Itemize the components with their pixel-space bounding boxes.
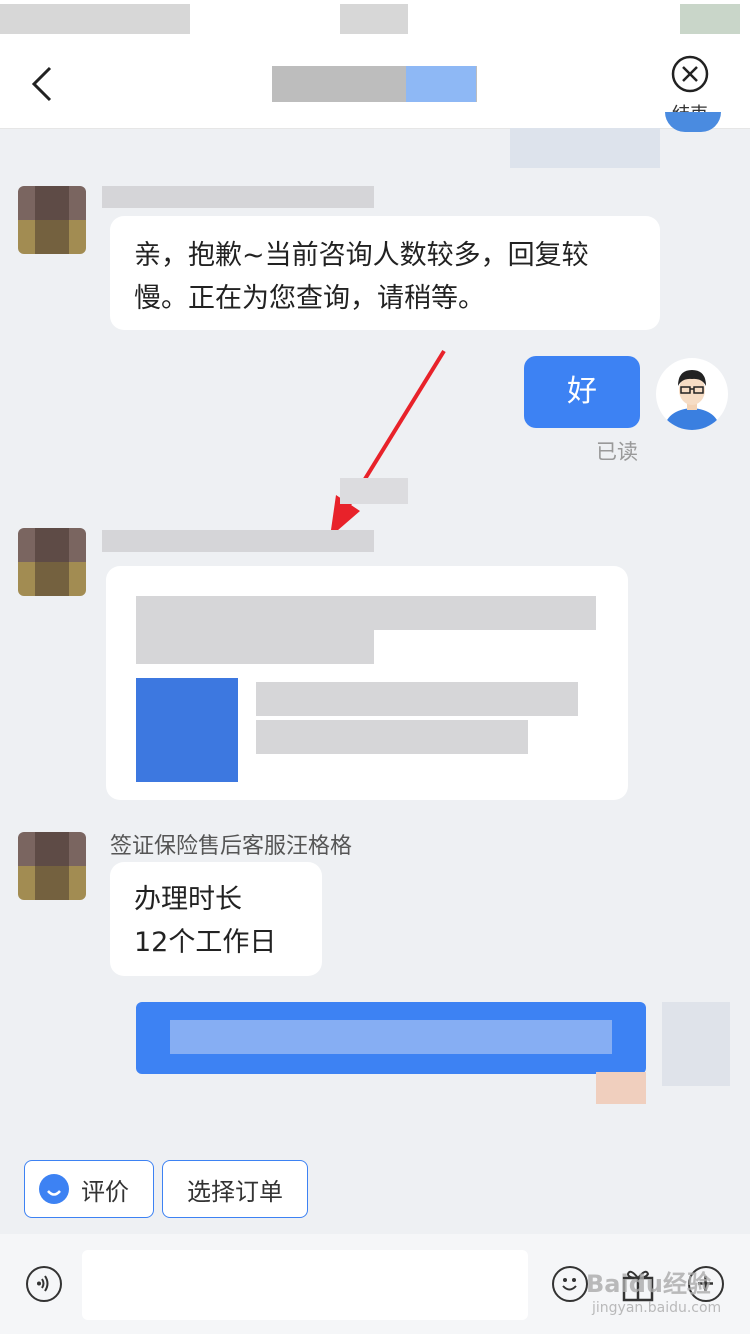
agent-message-bubble: 亲，抱歉~当前咨询人数较多，回复较慢。正在为您查询，请稍等。 bbox=[110, 216, 660, 330]
status-bar-blur-right bbox=[680, 4, 740, 34]
emoji-button[interactable] bbox=[552, 1266, 588, 1302]
chat-title-blurred-accent bbox=[406, 66, 476, 102]
agent-name-blurred bbox=[102, 530, 374, 552]
voice-button[interactable] bbox=[26, 1266, 62, 1302]
message-partial-blurred bbox=[510, 128, 660, 168]
status-bar-blur-left bbox=[0, 4, 190, 34]
agent-avatar[interactable] bbox=[18, 186, 86, 254]
message-text-blurred bbox=[170, 1020, 612, 1054]
user-avatar-icon bbox=[664, 370, 720, 430]
agent-name: 签证保险售后客服汪格格 bbox=[110, 834, 353, 859]
status-bar bbox=[0, 0, 750, 40]
select-order-button[interactable]: 选择订单 bbox=[162, 1160, 308, 1218]
read-status-blurred bbox=[596, 1072, 646, 1104]
baidu-watermark-logo: Baidu经验 bbox=[586, 1270, 711, 1298]
user-avatar[interactable] bbox=[656, 358, 728, 430]
back-button[interactable] bbox=[22, 62, 66, 106]
agent-avatar[interactable] bbox=[18, 528, 86, 596]
read-status: 已读 bbox=[596, 440, 638, 464]
card-line-blurred bbox=[256, 720, 528, 754]
select-order-button-label: 选择订单 bbox=[187, 1177, 283, 1206]
agent-message-bubble: 办理时长 12个工作日 bbox=[110, 862, 322, 976]
annotation-arrow bbox=[330, 349, 446, 537]
user-avatar-partial bbox=[665, 112, 721, 132]
nav-bar: 结束 bbox=[0, 40, 750, 129]
rate-button-label: 评价 bbox=[81, 1177, 129, 1206]
card-line-blurred bbox=[136, 630, 374, 664]
status-bar-blur-center bbox=[340, 4, 408, 34]
rate-button[interactable]: 评价 bbox=[24, 1160, 154, 1218]
emoji-icon bbox=[562, 1278, 577, 1291]
smile-icon bbox=[39, 1174, 69, 1204]
user-avatar-blurred[interactable] bbox=[662, 1002, 730, 1086]
message-line: 办理时长 bbox=[134, 884, 242, 915]
card-line-blurred bbox=[256, 682, 578, 716]
close-circle-icon bbox=[671, 55, 709, 93]
message-line: 12个工作日 bbox=[134, 927, 277, 958]
user-message-bubble: 好 bbox=[524, 356, 640, 428]
baidu-watermark-url: jingyan.baidu.com bbox=[592, 1300, 722, 1316]
timestamp-blurred bbox=[340, 478, 408, 504]
agent-name-blurred bbox=[102, 186, 374, 208]
voice-icon bbox=[37, 1275, 49, 1292]
message-input[interactable] bbox=[82, 1250, 528, 1320]
agent-avatar[interactable] bbox=[18, 832, 86, 900]
card-line-blurred bbox=[136, 596, 596, 630]
user-message-blurred bbox=[136, 1002, 646, 1074]
chevron-left-icon bbox=[31, 66, 52, 102]
card-thumbnail-blurred bbox=[136, 678, 238, 782]
agent-card-message-blurred[interactable] bbox=[106, 566, 628, 800]
